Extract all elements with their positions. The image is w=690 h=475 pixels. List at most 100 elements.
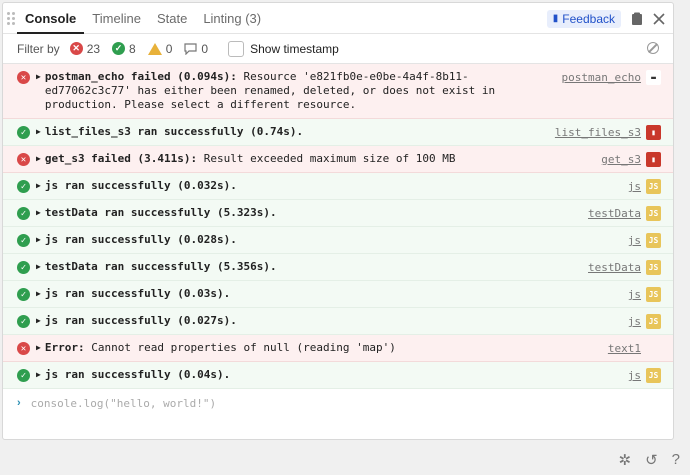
expand-caret-icon[interactable]: ▶ <box>36 70 41 83</box>
message-count: 0 <box>201 41 209 56</box>
expand-caret-icon[interactable]: ▶ <box>36 233 41 246</box>
log-source-link[interactable]: js <box>628 288 641 301</box>
check-icon: ✓ <box>112 42 126 55</box>
check-icon: ✓ <box>17 288 30 301</box>
log-row[interactable]: ✓ ▶ js ran successfully (0.03s). js JS <box>3 281 673 308</box>
js-icon: JS <box>646 233 661 248</box>
log-text: Cannot read properties of null (reading … <box>84 341 396 354</box>
log-title: js ran successfully (0.028s). <box>44 233 237 246</box>
filter-errors[interactable]: ✕ 23 <box>69 41 101 56</box>
log-title: js ran successfully (0.04s). <box>44 368 231 381</box>
log-source-link[interactable]: js <box>628 369 641 382</box>
postman-icon: ▬ <box>646 70 661 85</box>
expand-caret-icon[interactable]: ▶ <box>36 125 41 138</box>
log-source-link[interactable]: testData <box>588 261 641 274</box>
log-row[interactable]: ✓ ▶ js ran successfully (0.032s). js JS <box>3 173 673 200</box>
log-row[interactable]: ✓ ▶ list_files_s3 ran successfully (0.74s)… <box>3 119 673 146</box>
expand-caret-icon[interactable]: ▶ <box>36 179 41 192</box>
log-source-link[interactable]: get_s3 <box>601 153 641 166</box>
s3-icon: ▮ <box>646 125 661 140</box>
feedback-label: Feedback <box>562 11 615 26</box>
warning-count: 0 <box>165 41 173 56</box>
history-icon[interactable]: ↺ <box>645 451 658 469</box>
console-panel: Console Timeline State Linting (3) ▮ Fee… <box>2 2 674 440</box>
log-title: testData ran successfully (5.356s). <box>44 260 277 273</box>
log-list: ✕ ▶ postman_echo failed (0.094s): Resource… <box>3 64 673 389</box>
expand-caret-icon[interactable]: ▶ <box>36 368 41 381</box>
expand-caret-icon[interactable]: ▶ <box>36 206 41 219</box>
tab-linting[interactable]: Linting (3) <box>195 3 269 34</box>
log-message: js ran successfully (0.027s). <box>45 314 663 328</box>
log-row[interactable]: ✕ ▶ Error: Cannot read properties of null … <box>3 335 673 362</box>
tab-state[interactable]: State <box>149 3 195 34</box>
expand-caret-icon[interactable]: ▶ <box>36 314 41 327</box>
feedback-button[interactable]: ▮ Feedback <box>546 9 621 28</box>
help-icon[interactable]: ? <box>672 451 680 469</box>
log-row[interactable]: ✓ ▶ js ran successfully (0.027s). js JS <box>3 308 673 335</box>
js-icon: JS <box>646 260 661 275</box>
log-row[interactable]: ✕ ▶ get_s3 failed (3.411s): Result exceede… <box>3 146 673 173</box>
console-prompt[interactable]: › console.log("hello, world!") <box>3 389 673 418</box>
log-message: testData ran successfully (5.356s). <box>45 260 663 274</box>
log-message: Error: Cannot read properties of null (r… <box>45 341 663 355</box>
filter-bar: Filter by ✕ 23 ✓ 8 0 0 Show timestamp <box>3 34 673 64</box>
js-icon: JS <box>646 206 661 221</box>
success-count: 8 <box>129 41 136 56</box>
log-message: js ran successfully (0.028s). <box>45 233 663 247</box>
drag-handle-icon[interactable] <box>7 11 17 25</box>
log-text: Result exceeded maximum size of 100 MB <box>197 152 456 165</box>
clear-console-icon[interactable] <box>647 42 659 54</box>
log-message: testData ran successfully (5.323s). <box>45 206 663 220</box>
bug-icon[interactable]: ✲ <box>619 451 632 469</box>
clipboard-icon[interactable] <box>631 12 643 26</box>
js-icon: JS <box>646 287 661 302</box>
s3-icon: ▮ <box>646 152 661 167</box>
log-row[interactable]: ✓ ▶ testData ran successfully (5.323s). tes… <box>3 200 673 227</box>
show-timestamp-checkbox[interactable] <box>228 40 245 57</box>
log-title: Error: <box>44 341 85 354</box>
log-row[interactable]: ✓ ▶ js ran successfully (0.04s). js JS <box>3 362 673 389</box>
log-source-link[interactable]: js <box>628 234 641 247</box>
log-message: js ran successfully (0.04s). <box>45 368 663 382</box>
close-icon[interactable] <box>653 12 665 25</box>
log-source-link[interactable]: text1 <box>608 342 641 355</box>
error-icon: ✕ <box>69 42 83 55</box>
expand-caret-icon[interactable]: ▶ <box>36 152 41 165</box>
error-icon: ✕ <box>17 153 30 166</box>
check-icon: ✓ <box>17 180 30 193</box>
tab-timeline[interactable]: Timeline <box>84 3 149 34</box>
js-icon: JS <box>646 179 661 194</box>
log-source-link[interactable]: postman_echo <box>562 71 641 84</box>
prompt-input[interactable]: console.log("hello, world!") <box>31 397 216 410</box>
warning-icon <box>147 42 162 55</box>
log-source-link[interactable]: testData <box>588 207 641 220</box>
tab-bar: Console Timeline State Linting (3) ▮ Fee… <box>3 3 673 34</box>
log-title: js ran successfully (0.03s). <box>44 287 231 300</box>
filter-messages[interactable]: 0 <box>184 42 208 56</box>
log-source-link[interactable]: js <box>628 180 641 193</box>
log-message: js ran successfully (0.032s). <box>45 179 663 193</box>
log-row[interactable]: ✕ ▶ postman_echo failed (0.094s): Resource… <box>3 64 673 119</box>
log-row[interactable]: ✓ ▶ js ran successfully (0.028s). js JS <box>3 227 673 254</box>
filter-warnings[interactable]: 0 <box>147 41 173 56</box>
filter-success[interactable]: ✓ 8 <box>112 42 136 56</box>
footer-toolbar: ✲ ↺ ? <box>619 451 681 469</box>
expand-caret-icon[interactable]: ▶ <box>36 260 41 273</box>
log-title: get_s3 failed (3.411s): <box>44 152 198 165</box>
js-icon: JS <box>646 314 661 329</box>
check-icon: ✓ <box>17 261 30 274</box>
log-message: get_s3 failed (3.411s): Result exceeded … <box>45 152 663 166</box>
check-icon: ✓ <box>17 207 30 220</box>
log-row[interactable]: ✓ ▶ testData ran successfully (5.356s). tes… <box>3 254 673 281</box>
prompt-chevron-icon: › <box>17 397 21 409</box>
log-message: js ran successfully (0.03s). <box>45 287 663 301</box>
log-source-link[interactable]: js <box>628 315 641 328</box>
log-title: js ran successfully (0.032s). <box>44 179 237 192</box>
expand-caret-icon[interactable]: ▶ <box>36 287 41 300</box>
tab-console[interactable]: Console <box>17 3 85 34</box>
log-title: list_files_s3 ran successfully (0.74s). <box>44 125 304 138</box>
error-count: 23 <box>86 41 101 56</box>
log-source-link[interactable]: list_files_s3 <box>555 126 641 139</box>
expand-caret-icon[interactable]: ▶ <box>36 341 41 354</box>
check-icon: ✓ <box>17 315 30 328</box>
